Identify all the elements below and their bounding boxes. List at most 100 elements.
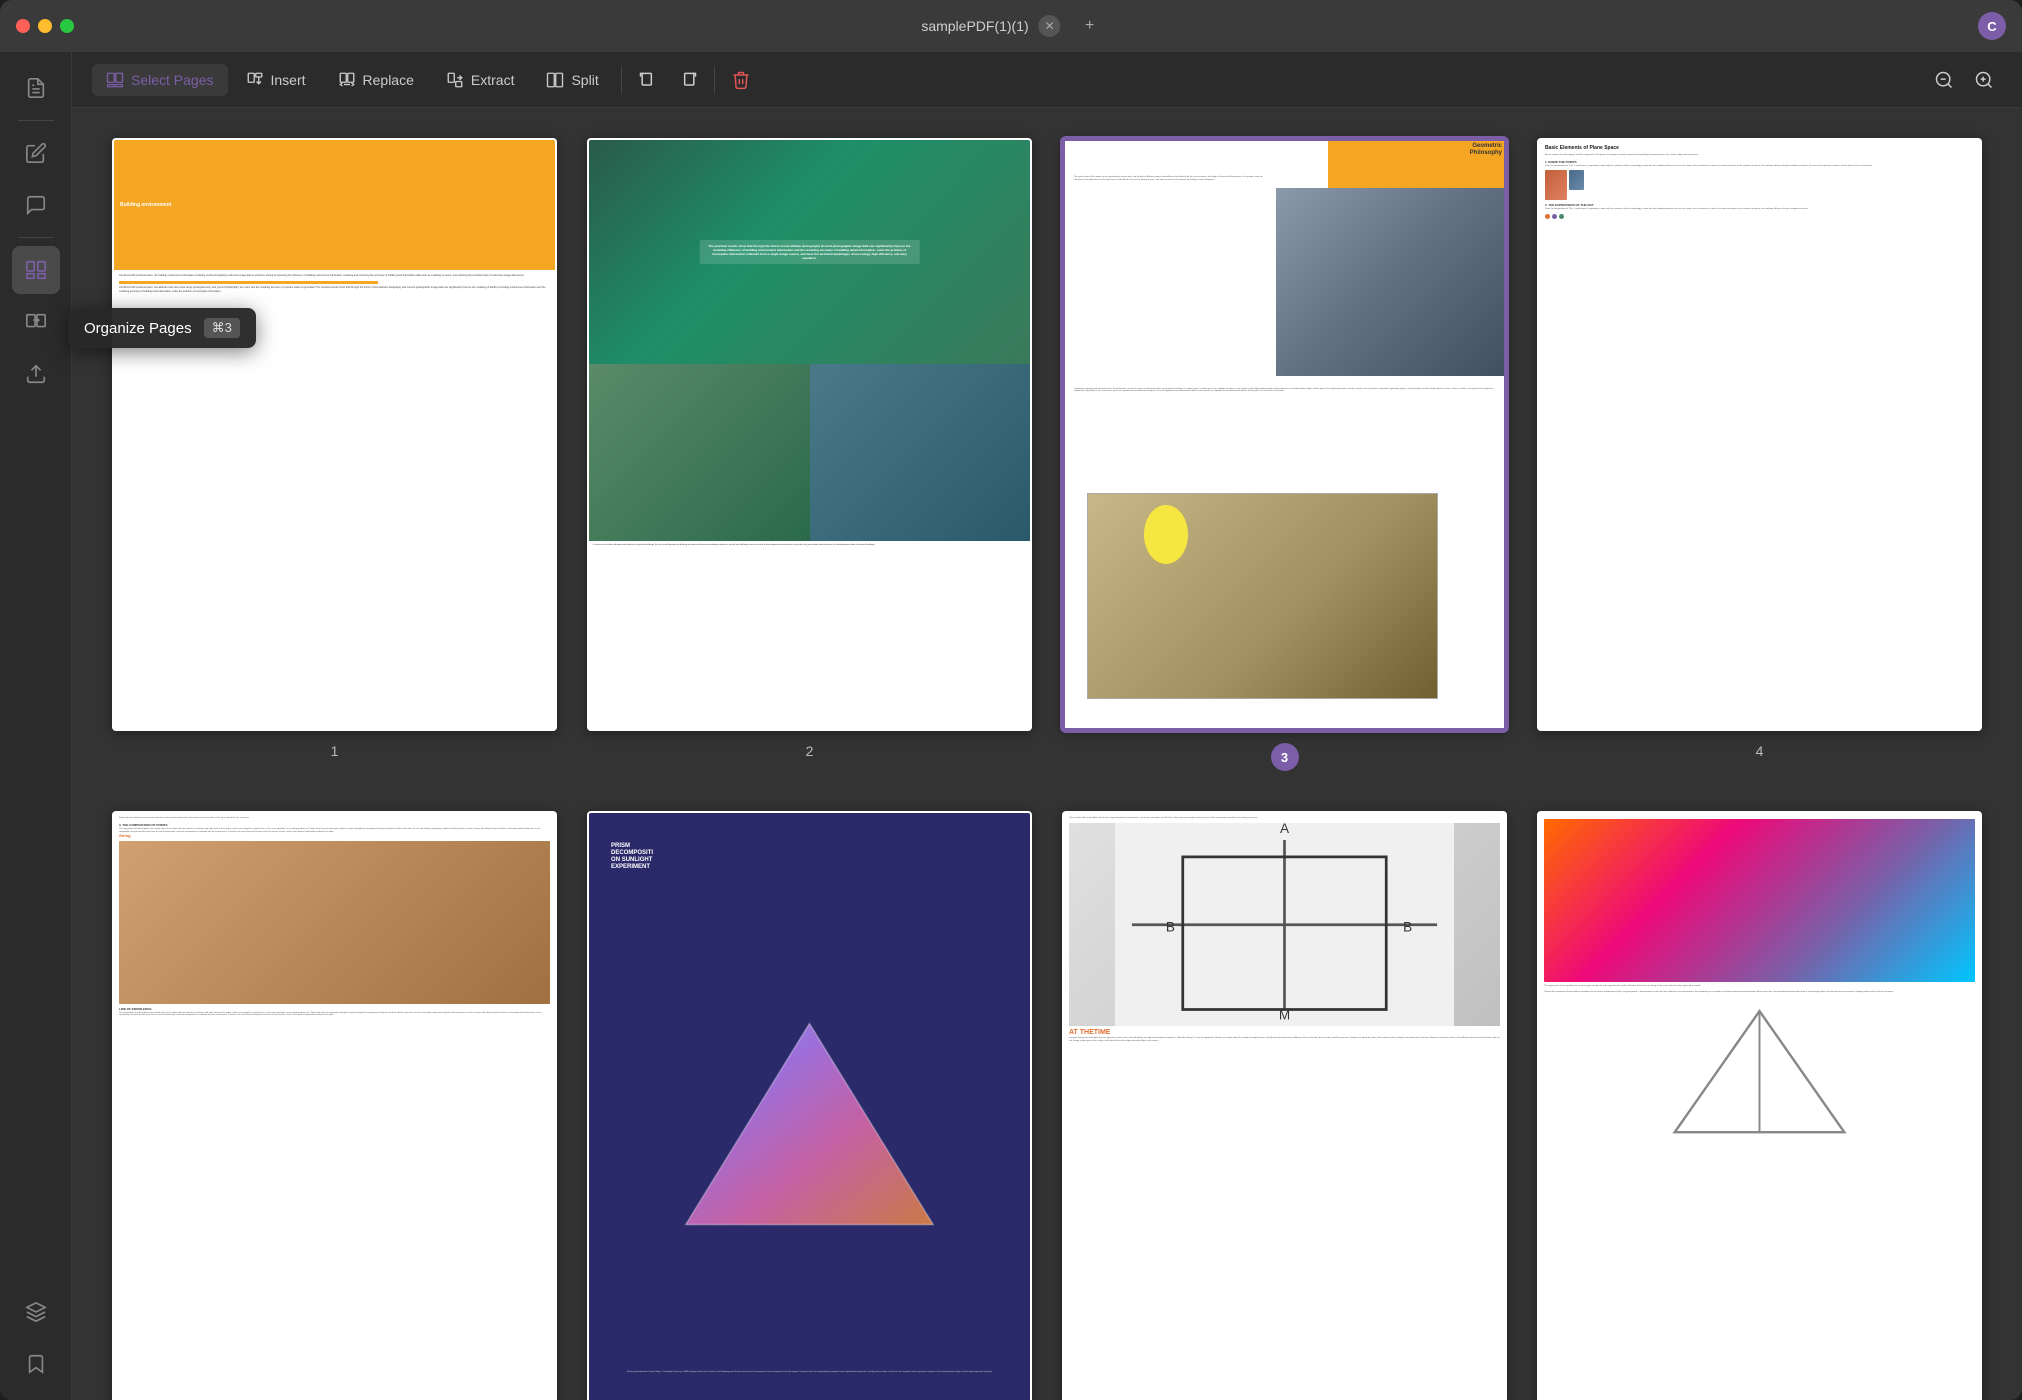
tab-close-button[interactable]: ✕ bbox=[1039, 15, 1061, 37]
page-item-3[interactable]: GeometricPhilosophy The specific point o… bbox=[1062, 138, 1507, 771]
page-item-8[interactable]: This experiment can be repeated over and… bbox=[1537, 811, 1982, 1400]
page-thumb-content-5: Points also have dominant and recessive … bbox=[114, 813, 555, 1400]
p5-title-string: String bbox=[119, 833, 550, 838]
window-title: samplePDF(1)(1) bbox=[921, 18, 1028, 34]
sidebar-item-edit[interactable] bbox=[12, 129, 60, 177]
toolbar-right bbox=[1926, 62, 2002, 98]
select-pages-button[interactable]: Select Pages bbox=[92, 64, 228, 96]
p4-text2: Point, the interpretation of "Clio" is s… bbox=[1545, 165, 1974, 168]
page-thumb-content-2: The practical results show that through … bbox=[589, 140, 1030, 729]
page-item-1[interactable]: Building environment Combined with pract… bbox=[112, 138, 557, 771]
page-thumbnail-6: PRISMDECOMPOSITION SUNLIGHTEXPERIMENT bbox=[587, 811, 1032, 1400]
sidebar-divider-2 bbox=[18, 237, 54, 238]
replace-button[interactable]: Replace bbox=[324, 64, 428, 96]
p5-body: Points also have dominant and recessive … bbox=[114, 813, 555, 1400]
extract-button[interactable]: Extract bbox=[432, 64, 529, 96]
sidebar-item-layers[interactable] bbox=[12, 1288, 60, 1336]
split-button[interactable]: Split bbox=[532, 64, 612, 96]
delete-button[interactable] bbox=[723, 62, 759, 98]
page-item-7[interactable]: These studies laid the foundation for th… bbox=[1062, 811, 1507, 1400]
sidebar-item-combine[interactable] bbox=[12, 298, 60, 346]
page-item-2[interactable]: The practical results show that through … bbox=[587, 138, 1032, 771]
p4-img1 bbox=[1545, 170, 1567, 200]
insert-button[interactable]: Insert bbox=[232, 64, 320, 96]
p8-text1: This experiment can be repeated over and… bbox=[1544, 985, 1975, 988]
sidebar bbox=[0, 52, 72, 1400]
p7-img: A B M B bbox=[1069, 823, 1500, 1026]
zoom-out-button[interactable] bbox=[1926, 62, 1962, 98]
page-thumbnail-1: Building environment Combined with pract… bbox=[112, 138, 557, 731]
p4-text3: Point, the interpretation of "Clio" is s… bbox=[1545, 208, 1974, 211]
p5-sec2: LINE OF KNOWLEDGE bbox=[119, 1007, 550, 1011]
pages-area[interactable]: Building environment Combined with pract… bbox=[72, 108, 2022, 1400]
rotate-left-icon bbox=[638, 70, 658, 90]
p4-image-row bbox=[1545, 170, 1974, 200]
page-item-5[interactable]: Points also have dominant and recessive … bbox=[112, 811, 557, 1400]
sidebar-item-bookmarks[interactable] bbox=[12, 1340, 60, 1388]
zoom-out-icon bbox=[1934, 70, 1954, 90]
zoom-in-button[interactable] bbox=[1966, 62, 2002, 98]
p6-bg: PRISMDECOMPOSITION SUNLIGHTEXPERIMENT bbox=[589, 813, 1030, 1400]
p2-mid bbox=[589, 364, 1030, 541]
page-thumb-content-4: Basic Elements of Plane Space Any art co… bbox=[1539, 140, 1980, 729]
p5-image bbox=[119, 841, 550, 1004]
page-thumb-content-1: Building environment Combined with pract… bbox=[114, 140, 555, 729]
page-item-6[interactable]: PRISMDECOMPOSITION SUNLIGHTEXPERIMENT bbox=[587, 811, 1032, 1400]
p4-text1: Any art contains its own language, and t… bbox=[1545, 154, 1974, 157]
sidebar-item-comment[interactable] bbox=[12, 181, 60, 229]
p4-img2 bbox=[1569, 170, 1584, 190]
p4-sec1: 1. KNOW THE POINTS bbox=[1545, 160, 1974, 164]
p2-bottom: In the process of data collection and pr… bbox=[589, 541, 1030, 550]
toolbar-divider-2 bbox=[714, 66, 715, 94]
page-thumbnail-2: The practical results show that through … bbox=[587, 138, 1032, 731]
page-thumb-content-6: PRISMDECOMPOSITION SUNLIGHTEXPERIMENT bbox=[589, 813, 1030, 1400]
rotate-right-icon bbox=[678, 70, 698, 90]
p1-header: Building environment bbox=[114, 140, 555, 270]
new-tab-button[interactable]: + bbox=[1079, 15, 1101, 37]
page-thumb-content-7: These studies laid the foundation for th… bbox=[1064, 813, 1505, 1400]
p2-mid-left bbox=[589, 364, 810, 541]
p7-text1: These studies laid the foundation for th… bbox=[1069, 817, 1500, 820]
extract-icon bbox=[446, 71, 464, 89]
page-thumb-content-8: This experiment can be repeated over and… bbox=[1539, 813, 1980, 1400]
p1-bar bbox=[119, 281, 378, 284]
p7-text2: everyone thought that white light was pu… bbox=[1069, 1037, 1500, 1042]
p4-sec2: 2. THE EXPRESSION OF THE DOT bbox=[1545, 203, 1974, 207]
sidebar-item-export[interactable] bbox=[12, 350, 60, 398]
p5-sec1: 3. THE COMPOSITION OF POINTS bbox=[119, 823, 550, 827]
close-traffic-light[interactable] bbox=[16, 19, 30, 33]
p8-triangle-svg bbox=[1544, 999, 1975, 1144]
p7-diagram-svg: A B M B bbox=[1069, 823, 1500, 1026]
p1-text2: Combined with practical cases, low-altit… bbox=[119, 286, 550, 293]
p1-header-title: Building environment bbox=[120, 202, 171, 208]
p8-text2: Through this experiment, Newton laid the… bbox=[1544, 991, 1975, 994]
minimize-traffic-light[interactable] bbox=[38, 19, 52, 33]
p4-dot3 bbox=[1559, 214, 1564, 219]
p3-geo-img2 bbox=[1087, 493, 1438, 699]
p4-title: Basic Elements of Plane Space bbox=[1545, 145, 1974, 151]
page-number-3: 3 bbox=[1271, 743, 1299, 771]
sidebar-item-document[interactable] bbox=[12, 64, 60, 112]
maximize-traffic-light[interactable] bbox=[60, 19, 74, 33]
sidebar-item-organize[interactable] bbox=[12, 246, 60, 294]
split-icon bbox=[546, 71, 564, 89]
page-thumbnail-5: Points also have dominant and recessive … bbox=[112, 811, 557, 1400]
p2-top-text: The practical results show that through … bbox=[705, 244, 914, 260]
p2-mid-right bbox=[810, 364, 1031, 541]
user-avatar[interactable]: C bbox=[1978, 12, 2006, 40]
p1-text: Combined with practical cases, the build… bbox=[119, 274, 550, 278]
select-pages-icon bbox=[106, 71, 124, 89]
titlebar: samplePDF(1)(1) ✕ + C bbox=[0, 0, 2022, 52]
trash-icon bbox=[731, 70, 751, 90]
p1-body: Combined with practical cases, the build… bbox=[114, 270, 555, 298]
page-number-4: 4 bbox=[1756, 743, 1764, 759]
rotate-right-button[interactable] bbox=[670, 62, 706, 98]
p5-text3: The composition of ordered points here m… bbox=[119, 1012, 550, 1017]
main-content: Select Pages Insert bbox=[0, 52, 2022, 1400]
traffic-lights bbox=[16, 19, 74, 33]
page-thumb-content-3: GeometricPhilosophy The specific point o… bbox=[1065, 141, 1504, 728]
page-item-4[interactable]: Basic Elements of Plane Space Any art co… bbox=[1537, 138, 1982, 771]
rotate-left-button[interactable] bbox=[630, 62, 666, 98]
insert-icon bbox=[246, 71, 264, 89]
toolbar-divider-1 bbox=[621, 66, 622, 94]
